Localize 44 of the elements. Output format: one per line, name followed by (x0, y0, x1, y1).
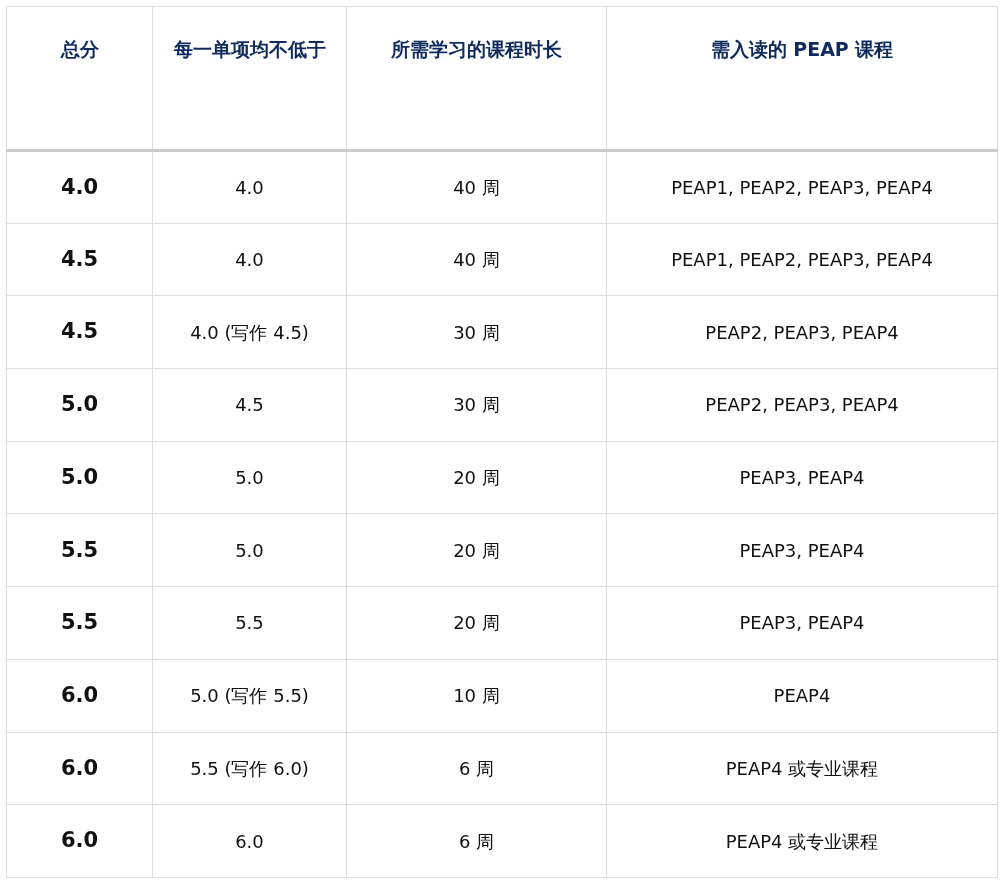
table-cell: 4.0 (60, 174, 99, 199)
table-cell: 20 周 (453, 467, 500, 489)
table-cell: 10 周 (453, 685, 500, 707)
table-cell: PEAP2, PEAP3, PEAP4 (705, 321, 899, 343)
table-cell: PEAP4 或专业课程 (725, 830, 879, 852)
table-cell: 20 周 (453, 612, 500, 634)
table-cell: 5.0 (60, 392, 99, 417)
table-cell: PEAP2, PEAP3, PEAP4 (705, 394, 899, 416)
table-cell: 4.5 (235, 394, 264, 416)
table-cell: 6.0 (60, 828, 99, 853)
table-cell: 6 周 (458, 757, 495, 779)
table-cell: 5.0 (60, 464, 99, 489)
column-header: 总分 (60, 37, 99, 62)
table-cell: 20 周 (453, 539, 500, 561)
table-cell: 5.5 (235, 612, 264, 634)
table-cell: PEAP4 (773, 685, 831, 707)
table-cell: 4.0 (235, 176, 264, 198)
table-cell: 5.0 (写作 5.5) (190, 685, 309, 707)
table-cell: 4.0 (写作 4.5) (190, 321, 309, 343)
column-header: 所需学习的课程时长 (391, 37, 562, 62)
table-cell: 5.5 (写作 6.0) (190, 757, 309, 779)
table-cell: 5.5 (60, 610, 99, 635)
table-cell: PEAP3, PEAP4 (739, 539, 865, 561)
table-cell: 5.5 (60, 537, 99, 562)
column-header: 每一单项均不低于 (173, 37, 326, 62)
table-cell: PEAP3, PEAP4 (739, 612, 865, 634)
table-cell: 5.0 (235, 467, 264, 489)
table-cell: PEAP1, PEAP2, PEAP3, PEAP4 (671, 249, 933, 271)
table-cell: 6.0 (60, 755, 99, 780)
table-cell: PEAP4 或专业课程 (725, 757, 879, 779)
table-cell: 5.0 (235, 539, 264, 561)
column-header: 需入读的 PEAP 课程 (710, 37, 894, 62)
table-cell: 30 周 (453, 394, 500, 416)
table-cell: 6.0 (235, 830, 264, 852)
table-cell: 4.0 (235, 249, 264, 271)
table-cell: 4.5 (60, 319, 99, 344)
table-cell: 6 周 (458, 830, 495, 852)
table-cell: 40 周 (453, 176, 500, 198)
table-cell: 30 周 (453, 321, 500, 343)
table-cell: 40 周 (453, 249, 500, 271)
table-cell: PEAP1, PEAP2, PEAP3, PEAP4 (671, 176, 933, 198)
table-cell: 6.0 (60, 682, 99, 707)
table-cell: PEAP3, PEAP4 (739, 467, 865, 489)
table-cell: 4.5 (60, 246, 99, 271)
